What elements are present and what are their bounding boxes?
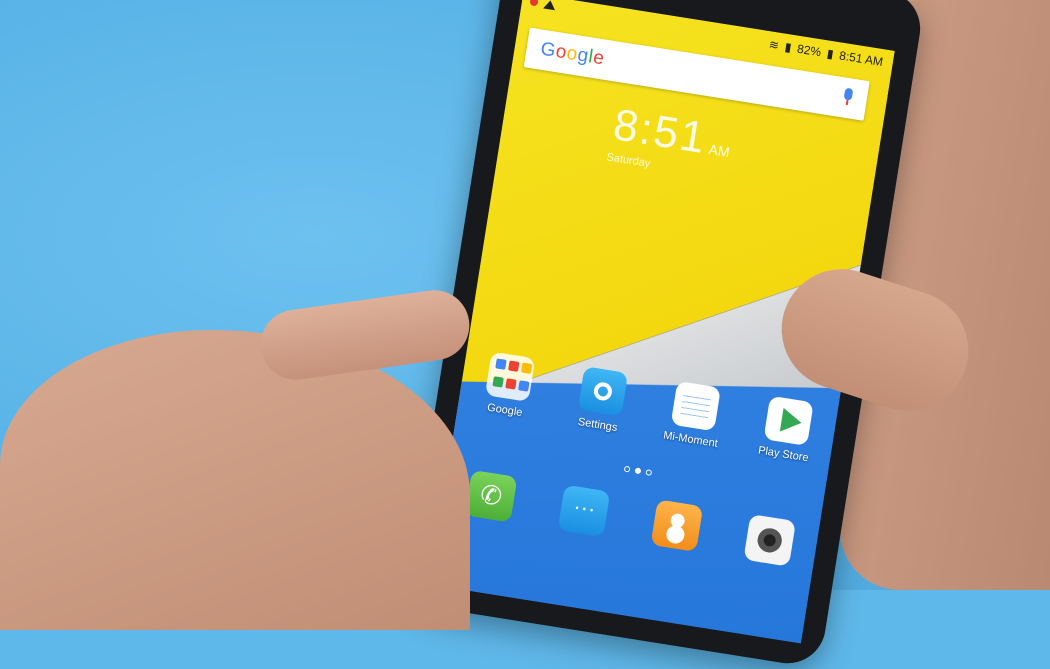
notepad-icon: [670, 380, 721, 432]
settings-gear-icon: [577, 366, 629, 417]
contacts-icon[interactable]: [650, 499, 704, 552]
sim-icon: ▮: [783, 39, 793, 55]
page-dot: [623, 465, 631, 473]
page-dot: [645, 469, 653, 477]
battery-icon: ▮: [825, 46, 835, 62]
page-dot-active: [634, 467, 642, 475]
app-settings[interactable]: Settings: [557, 363, 646, 437]
phone-icon[interactable]: [464, 469, 518, 523]
microphone-icon[interactable]: [842, 87, 855, 106]
play-store-icon: [763, 395, 814, 446]
app-play-store[interactable]: Play Store: [743, 393, 832, 467]
camera-icon[interactable]: [743, 514, 797, 567]
messages-icon[interactable]: [557, 484, 611, 538]
app-mi-moment[interactable]: Mi-Moment: [650, 378, 739, 452]
google-logo: Google: [539, 38, 606, 70]
upload-icon: [543, 0, 557, 11]
wifi-icon: ≋: [767, 37, 780, 53]
app-google-folder[interactable]: Google: [464, 349, 553, 423]
google-folder-icon: [484, 351, 536, 402]
notification-dot-icon: [529, 0, 539, 7]
